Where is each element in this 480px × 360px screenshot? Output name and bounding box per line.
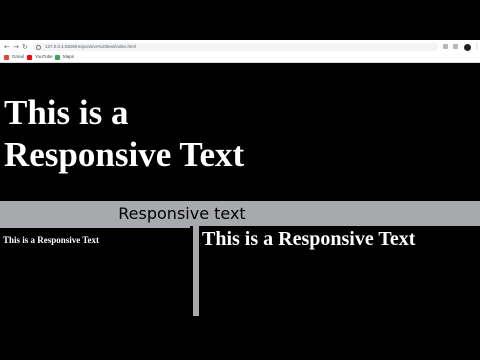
browser-chrome: ← → ↻ 127.0.0.1:5500/responsive%20text/i… [0,40,480,63]
bookmarks-bar: Gmail YouTube Maps [0,53,480,61]
forward-icon[interactable]: → [13,42,19,52]
large-responsive-text: This is a Responsive Text [4,93,245,174]
reload-icon[interactable]: ↻ [22,42,28,52]
profile-avatar[interactable] [464,44,471,51]
bookmark-label: YouTube [35,54,53,59]
info-icon[interactable] [36,45,41,50]
banner-text: Responsive text [118,204,246,223]
back-icon[interactable]: ← [4,42,10,52]
gmail-icon [4,54,9,60]
medium-responsive-text: This is a Responsive Text [202,228,416,250]
menu-icon[interactable]: ⋮ [474,43,480,51]
small-responsive-text: This is a Responsive Text [3,235,100,245]
extensions-puzzle-icon[interactable] [453,44,458,49]
extension-icon[interactable] [443,44,448,49]
maps-icon [55,54,60,60]
bookmark-label: Gmail [12,54,24,59]
browser-toolbar: ← → ↻ 127.0.0.1:5500/responsive%20text/i… [0,42,480,52]
divider [0,226,190,228]
youtube-icon [27,54,32,60]
responsive-text-banner: Responsive text [0,201,480,226]
address-bar[interactable]: 127.0.0.1:5500/responsive%20text/index.h… [33,43,438,51]
bookmark-label: Maps [63,54,75,59]
address-text: 127.0.0.1:5500/responsive%20text/index.h… [45,44,137,49]
